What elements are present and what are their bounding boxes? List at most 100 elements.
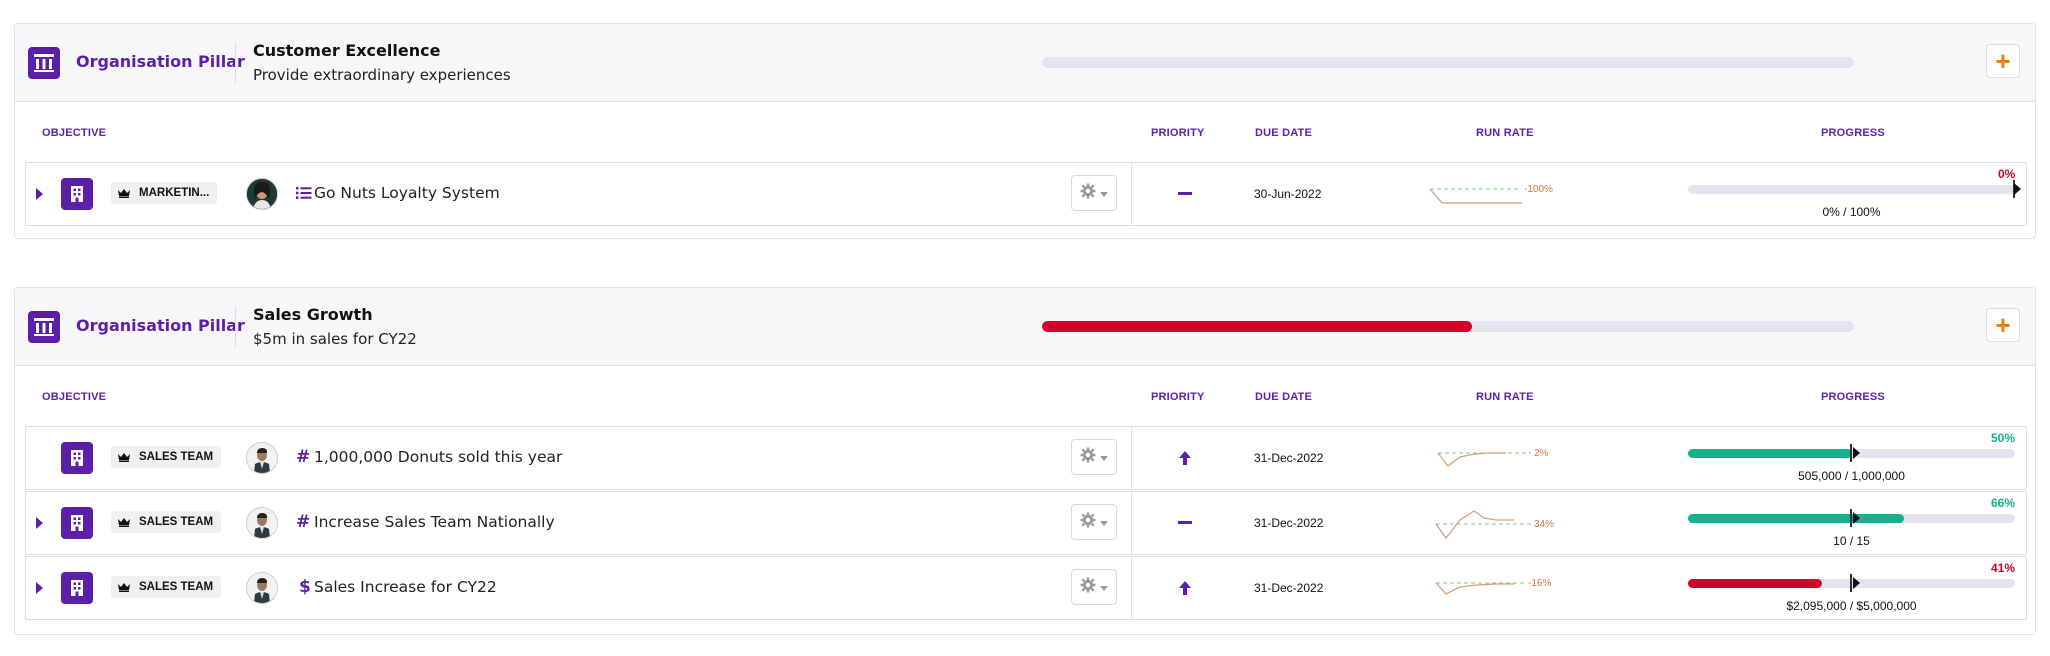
team-badge[interactable]: SALES TEAM	[111, 511, 222, 533]
expected-marker	[1850, 574, 1852, 592]
column-header-objective[interactable]: OBJECTIVE	[42, 391, 106, 403]
column-header-priority[interactable]: PRIORITY	[1151, 127, 1205, 139]
run-rate-value: -100%	[1524, 184, 1553, 195]
progress-percent: 50%	[1991, 431, 2016, 445]
progress-bar	[1688, 509, 2015, 527]
team-badge[interactable]: MARKETIN...	[111, 182, 218, 204]
progress-percent: 41%	[1991, 561, 2016, 575]
progress-bar	[1688, 180, 2021, 198]
pillar-subtitle: $5m in sales for CY22	[253, 330, 417, 348]
settings-dropdown-button[interactable]	[1071, 569, 1117, 605]
arrow-right-icon	[1853, 447, 1860, 459]
settings-dropdown-button[interactable]	[1071, 175, 1117, 211]
column-separator	[1131, 557, 1132, 619]
column-header-objective[interactable]: OBJECTIVE	[42, 127, 106, 139]
arrow-up-icon[interactable]	[1176, 447, 1194, 469]
run-rate-sparkline: -16%	[1426, 573, 1586, 607]
crown-icon	[117, 582, 131, 592]
building-icon	[61, 442, 93, 474]
pillar-progress-bar	[1042, 57, 1854, 68]
chevron-down-icon	[1100, 513, 1108, 531]
pillar-card: Organisation Pillar Customer Excellence …	[14, 23, 2036, 239]
pillar-header[interactable]: Organisation Pillar Sales Growth $5m in …	[15, 288, 2035, 366]
objective-name[interactable]: Go Nuts Loyalty System	[314, 184, 500, 202]
owner-avatar[interactable]	[246, 178, 278, 210]
chevron-down-icon	[1100, 578, 1108, 596]
add-objective-button[interactable]: +	[1986, 308, 2020, 342]
progress-percent: 66%	[1991, 496, 2016, 510]
objective-row[interactable]: SALES TEAM # Increase Sales Team Nationa…	[25, 491, 2027, 555]
add-objective-button[interactable]: +	[1986, 44, 2020, 78]
team-name: MARKETIN...	[139, 187, 210, 199]
pillar-label: Organisation Pillar	[76, 52, 245, 71]
expected-marker	[1850, 444, 1852, 462]
pillar-icon	[28, 311, 60, 343]
pillar-progress-fill	[1042, 321, 1473, 332]
column-header-run-rate[interactable]: RUN RATE	[1476, 391, 1534, 403]
column-header-priority[interactable]: PRIORITY	[1151, 391, 1205, 403]
run-rate-sparkline: 2%	[1426, 443, 1586, 477]
owner-avatar[interactable]	[246, 507, 278, 539]
gear-icon	[1080, 512, 1096, 533]
progress-value: 505,000 / 1,000,000	[1798, 469, 1905, 483]
expand-caret-icon[interactable]	[36, 517, 43, 529]
objective-name[interactable]: 1,000,000 Donuts sold this year	[314, 448, 562, 466]
hash-icon: #	[296, 512, 311, 532]
column-separator	[1131, 492, 1132, 554]
gear-icon	[1080, 183, 1096, 204]
arrow-right-icon	[1853, 577, 1860, 589]
list-icon	[296, 183, 312, 205]
pillar-progress-bar	[1042, 321, 1854, 332]
run-rate-sparkline: -100%	[1426, 179, 1586, 213]
pillar-title: Sales Growth	[253, 305, 373, 324]
divider	[235, 306, 236, 348]
arrow-up-icon[interactable]	[1176, 577, 1194, 599]
run-rate-value: 34%	[1534, 519, 1555, 530]
expand-caret-icon[interactable]	[36, 188, 43, 200]
gear-icon	[1080, 447, 1096, 468]
arrow-right-icon	[1853, 512, 1860, 524]
settings-dropdown-button[interactable]	[1071, 504, 1117, 540]
objective-row[interactable]: SALES TEAM $ Sales Increase for CY22 31-…	[25, 556, 2027, 620]
owner-avatar[interactable]	[246, 572, 278, 604]
minus-icon[interactable]	[1176, 512, 1194, 534]
settings-dropdown-button[interactable]	[1071, 439, 1117, 475]
team-name: SALES TEAM	[139, 516, 214, 528]
progress-bar	[1688, 444, 2015, 462]
team-badge[interactable]: SALES TEAM	[111, 446, 222, 468]
column-separator	[1131, 427, 1132, 489]
pillar-icon	[28, 47, 60, 79]
team-name: SALES TEAM	[139, 581, 214, 593]
pillar-card: Organisation Pillar Sales Growth $5m in …	[14, 287, 2036, 635]
minus-icon[interactable]	[1176, 183, 1194, 205]
chevron-down-icon	[1100, 448, 1108, 466]
column-separator	[1131, 163, 1132, 225]
progress-percent: 0%	[1998, 167, 2016, 181]
expected-marker	[1850, 509, 1852, 527]
pillar-title: Customer Excellence	[253, 41, 441, 60]
progress-fill	[1688, 514, 1904, 523]
hash-icon: #	[296, 447, 311, 467]
progress-value: 10 / 15	[1833, 534, 1870, 548]
chevron-down-icon	[1100, 184, 1108, 202]
run-rate-value: 2%	[1534, 448, 1549, 459]
objective-row[interactable]: MARKETIN... Go Nuts Loyalty System 30-Ju…	[25, 162, 2027, 226]
column-header-run-rate[interactable]: RUN RATE	[1476, 127, 1534, 139]
objective-table-header: OBJECTIVE PRIORITY DUE DATE RUN RATE PRO…	[15, 366, 2035, 422]
column-header-progress[interactable]: PROGRESS	[1821, 391, 1885, 403]
column-header-progress[interactable]: PROGRESS	[1821, 127, 1885, 139]
pillar-header[interactable]: Organisation Pillar Customer Excellence …	[15, 24, 2035, 102]
objective-row[interactable]: SALES TEAM # 1,000,000 Donuts sold this …	[25, 426, 2027, 490]
objective-table-header: OBJECTIVE PRIORITY DUE DATE RUN RATE PRO…	[15, 102, 2035, 158]
expand-caret-icon[interactable]	[36, 582, 43, 594]
team-badge[interactable]: SALES TEAM	[111, 576, 222, 598]
column-header-due-date[interactable]: DUE DATE	[1255, 127, 1312, 139]
team-name: SALES TEAM	[139, 451, 214, 463]
owner-avatar[interactable]	[246, 442, 278, 474]
pillar-label: Organisation Pillar	[76, 316, 245, 335]
objective-name[interactable]: Sales Increase for CY22	[314, 578, 497, 596]
due-date: 31-Dec-2022	[1254, 451, 1324, 465]
run-rate-value: -16%	[1528, 578, 1552, 589]
column-header-due-date[interactable]: DUE DATE	[1255, 391, 1312, 403]
objective-name[interactable]: Increase Sales Team Nationally	[314, 513, 555, 531]
